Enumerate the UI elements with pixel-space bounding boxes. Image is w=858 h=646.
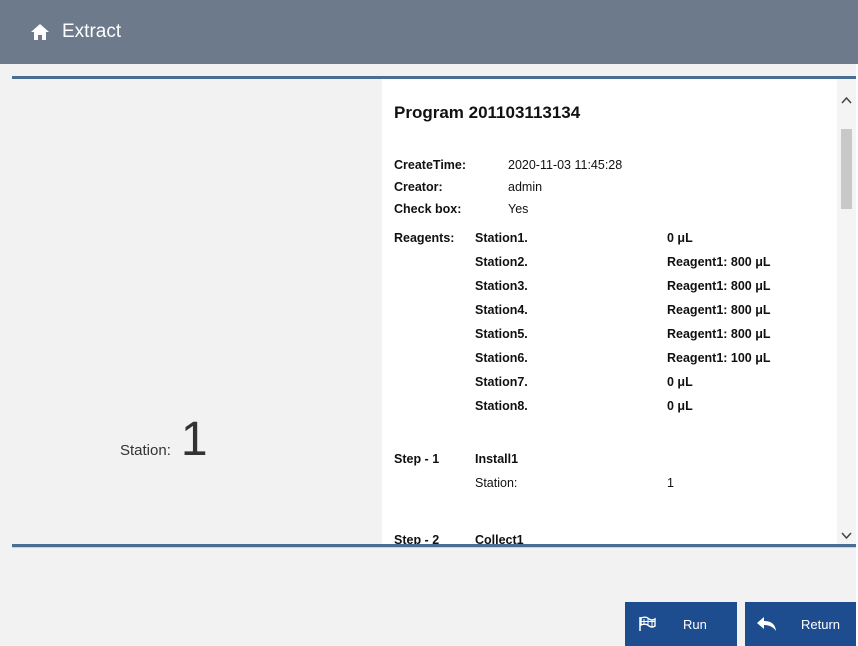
create-time-label: CreateTime:	[394, 158, 467, 172]
reagent-value: Reagent1: 800 μL	[667, 303, 771, 317]
step-name: Collect1	[475, 533, 524, 544]
creator-label: Creator:	[394, 180, 443, 194]
scroll-down-icon[interactable]	[841, 529, 852, 543]
reagent-value: 0 μL	[667, 375, 693, 389]
return-arrow-icon	[755, 613, 779, 635]
reagent-station: Station6.	[475, 351, 528, 365]
step-label: Step - 1	[394, 452, 440, 466]
station-number: 1	[180, 413, 208, 466]
reagent-station: Station3.	[475, 279, 528, 293]
reagent-value: 0 μL	[667, 399, 693, 413]
reagent-value: Reagent1: 800 μL	[667, 255, 771, 269]
home-icon[interactable]	[30, 22, 50, 42]
creator-value: admin	[508, 180, 543, 194]
flag-icon	[635, 613, 659, 635]
program-details[interactable]: Program 201103113134 CreateTime: 2020-11…	[382, 79, 837, 544]
step-label: Step - 2	[394, 533, 440, 544]
return-label: Return	[801, 616, 841, 632]
title-bar: Extract	[0, 0, 858, 64]
check-box-label: Check box:	[394, 202, 462, 216]
details-scrollbar[interactable]	[837, 79, 856, 544]
reagent-value: Reagent1: 800 μL	[667, 279, 771, 293]
program-title: Program 201103113134	[394, 103, 581, 122]
return-button[interactable]: Return	[745, 602, 856, 646]
reagent-station: Station4.	[475, 303, 528, 317]
station-indicator: Station: 1	[120, 413, 208, 466]
step-name: Install1	[475, 452, 519, 466]
check-box-value: Yes	[508, 202, 529, 216]
scrollbar-thumb[interactable]	[841, 129, 852, 209]
run-label: Run	[683, 616, 707, 632]
run-button[interactable]: Run	[625, 602, 737, 646]
reagent-value: Reagent1: 800 μL	[667, 327, 771, 341]
reagents-label: Reagents:	[394, 231, 455, 245]
reagent-station: Station8.	[475, 399, 528, 413]
create-time-value: 2020-11-03 11:45:28	[508, 158, 623, 172]
station-label: Station:	[120, 442, 171, 459]
reagent-station: Station7.	[475, 375, 528, 389]
reagent-station: Station5.	[475, 327, 528, 341]
step-field-value: 1	[667, 476, 674, 490]
footer-divider	[12, 547, 856, 548]
reagent-station: Station2.	[475, 255, 528, 269]
reagent-value: Reagent1: 100 μL	[667, 351, 771, 365]
step-field-label: Station:	[475, 476, 518, 490]
page-title: Extract	[62, 21, 122, 42]
scroll-up-icon[interactable]	[841, 93, 852, 107]
reagent-station: Station1.	[475, 231, 528, 245]
reagent-value: 0 μL	[667, 231, 693, 245]
station-panel	[12, 79, 382, 544]
